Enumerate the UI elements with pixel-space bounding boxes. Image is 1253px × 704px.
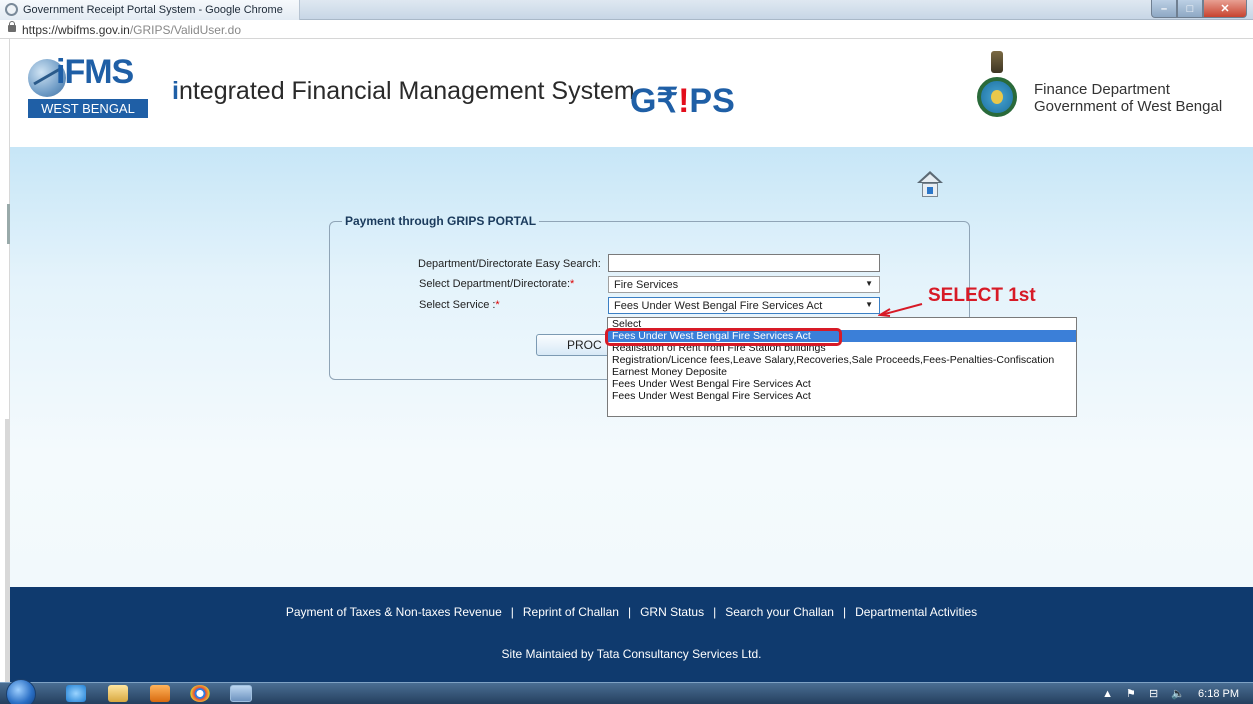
tray-arrow-icon[interactable]: ▲ [1102,688,1113,700]
annotation-highlight-ring [605,328,842,346]
department-label-text: Select Department/Directorate: [419,278,571,290]
required-mark: * [495,299,500,311]
annotation-text: SELECT 1st [928,285,1036,306]
service-select[interactable]: Fees Under West Bengal Fire Services Act… [608,297,880,314]
easy-search-label: Department/Directorate Easy Search: [418,258,601,270]
grips-logo: G₹!PS [630,81,735,121]
emblem-crown [991,51,1003,73]
footer-link-departmental[interactable]: Departmental Activities [855,605,977,619]
required-mark: * [570,278,575,290]
window-title-bar: Government Receipt Portal System - Googl… [0,0,1253,20]
site-header: iFMS WEST BENGAL integrated Financial Ma… [10,39,1253,147]
footer-link-reprint[interactable]: Reprint of Challan [523,605,619,619]
department-line1: Finance Department [1034,81,1170,98]
grips-logo-part-d: PS [689,82,735,120]
ifms-logo-text: iFMS [56,53,134,91]
dropdown-arrow-icon: ▼ [865,300,873,309]
footer-separator: | [627,605,632,619]
department-select[interactable]: Fire Services ▼ [608,276,880,293]
windows-taskbar: ▲ ⚑ ⊟ 🔈 6:18 PM [0,679,1253,704]
service-option[interactable]: Fees Under West Bengal Fire Services Act [608,378,1076,390]
volume-icon[interactable]: 🔈 [1171,688,1185,700]
service-option[interactable]: Registration/Licence fees,Leave Salary,R… [608,354,1076,366]
proceed-button[interactable]: PROC [536,334,616,356]
main-content: Payment through GRIPS PORTAL Department/… [10,147,1253,587]
action-center-flag-icon[interactable]: ⚑ [1126,688,1136,700]
footer-links: Payment of Taxes & Non-taxes Revenue | Rep… [10,605,1253,619]
browser-tab[interactable]: Government Receipt Portal System - Googl… [0,0,300,20]
media-player-icon[interactable] [150,685,170,702]
service-label-text: Select Service : [419,299,496,311]
annotation-arrow-icon [878,303,923,317]
west-bengal-emblem-icon [976,51,1018,119]
dropdown-arrow-icon: ▼ [865,279,873,288]
system-name-initial: i [172,77,179,105]
department-name: Finance Department Government of West Be… [1034,81,1222,115]
home-door [927,187,933,194]
department-label: Select Department/Directorate:* [419,278,574,290]
window-controls: – □ ✕ [1151,0,1247,18]
clock[interactable]: 6:18 PM [1198,688,1239,700]
window-frame-left [0,39,10,704]
service-label: Select Service :* [419,299,500,311]
department-line2: Government of West Bengal [1034,98,1223,115]
minimize-button[interactable]: – [1151,0,1177,18]
easy-search-input[interactable] [608,254,880,272]
footer-separator: | [510,605,514,619]
window-title: Government Receipt Portal System - Googl… [23,4,283,16]
grips-logo-part-b: ₹ [656,82,679,120]
internet-explorer-icon[interactable] [66,685,86,702]
ifms-region-label: WEST BENGAL [28,99,148,118]
emblem-ring [977,77,1017,117]
service-option[interactable]: Fees Under West Bengal Fire Services Act [608,390,1076,402]
home-icon[interactable] [916,171,944,201]
form-legend: Payment through GRIPS PORTAL [345,214,537,228]
system-tray: ▲ ⚑ ⊟ 🔈 6:18 PM [1092,687,1239,700]
url-text[interactable]: https://wbifms.gov.in/GRIPS/ValidUser.do [22,23,241,37]
service-option[interactable]: Earnest Money Deposite [608,366,1076,378]
footer-separator: | [842,605,847,619]
ifms-logo[interactable]: iFMS WEST BENGAL [28,53,163,119]
site-footer: Payment of Taxes & Non-taxes Revenue | Rep… [10,587,1253,682]
department-select-value: Fire Services [614,279,679,291]
footer-link-payment[interactable]: Payment of Taxes & Non-taxes Revenue [286,605,502,619]
footer-link-search-challan[interactable]: Search your Challan [725,605,834,619]
system-name-rest: ntegrated Financial Management System [178,77,635,105]
file-explorer-icon[interactable] [108,685,128,702]
grips-logo-part-c: ! [678,82,690,120]
footer-link-grn-status[interactable]: GRN Status [640,605,704,619]
grips-logo-part-a: G [630,82,657,120]
mail-icon[interactable] [230,685,252,702]
lock-icon [8,21,16,32]
footer-credit: Site Maintaied by Tata Consultancy Servi… [501,647,762,661]
chrome-taskbar-icon[interactable] [190,685,210,702]
url-path: /GRIPS/ValidUser.do [129,23,241,37]
url-host: https://wbifms.gov.in [22,23,130,37]
start-button[interactable] [6,679,36,704]
chrome-icon [5,3,18,16]
close-button[interactable]: ✕ [1203,0,1247,18]
system-name: integrated Financial Management System [172,77,635,106]
network-icon[interactable]: ⊟ [1149,688,1158,700]
footer-separator: | [713,605,717,619]
maximize-button[interactable]: □ [1177,0,1203,18]
address-bar[interactable]: https://wbifms.gov.in/GRIPS/ValidUser.do [0,20,1253,39]
home-roof [917,171,943,183]
service-select-value: Fees Under West Bengal Fire Services Act [614,300,823,312]
